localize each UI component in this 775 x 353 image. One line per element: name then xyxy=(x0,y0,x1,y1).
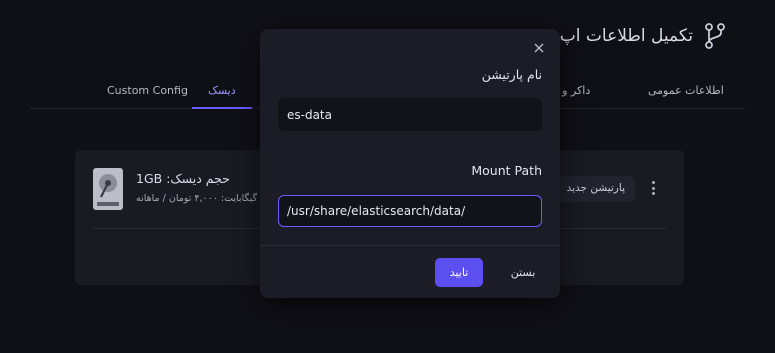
git-branch-icon xyxy=(705,23,725,49)
page-header: تکمیل اطلاعات اپ xyxy=(560,22,727,50)
confirm-button[interactable]: تایید xyxy=(435,258,483,287)
modal-divider xyxy=(260,245,560,246)
partition-modal: نام پارتیشن Mount Path تایید بستن xyxy=(260,29,560,298)
partition-name-label: نام پارتیشن xyxy=(481,67,542,82)
mount-path-input[interactable] xyxy=(278,195,542,227)
disk-price: هر گیگابایت: ۴,۰۰۰ تومان / ماهانه xyxy=(136,193,271,204)
hard-drive-icon xyxy=(93,168,123,210)
tab-custom-config[interactable]: Custom Config xyxy=(107,84,188,97)
disk-size: حجم دیسک: 1GB xyxy=(136,171,230,186)
add-partition-button[interactable]: پارتیشن جدید xyxy=(553,176,635,202)
page-title: تکمیل اطلاعات اپ xyxy=(559,26,693,46)
partition-name-input[interactable] xyxy=(278,98,542,131)
cancel-button[interactable]: بستن xyxy=(500,258,546,287)
close-icon[interactable] xyxy=(532,41,546,55)
tab-disk[interactable]: دیسک xyxy=(208,84,236,97)
tab-general-info[interactable]: اطلاعات عمومی xyxy=(648,84,724,97)
active-tab-indicator xyxy=(192,107,252,109)
more-options-icon[interactable] xyxy=(645,176,661,200)
mount-path-label: Mount Path xyxy=(471,163,542,178)
